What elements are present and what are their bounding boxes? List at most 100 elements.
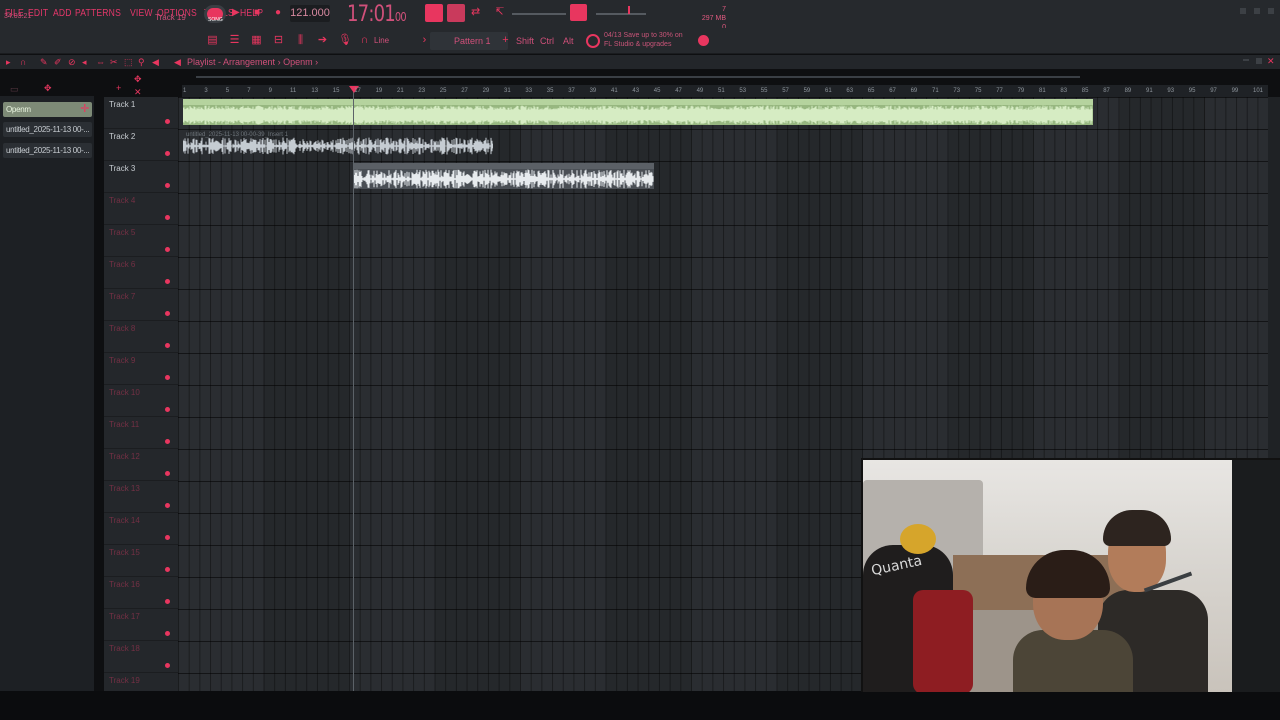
record-icon[interactable]: ● <box>275 7 281 18</box>
playlist-clip[interactable]: untitled_2025-11-13 00-00-39_Insert 1 <box>183 131 494 157</box>
pattern-selector[interactable]: Pattern 1 <box>430 32 508 50</box>
track-mute-indicator[interactable] <box>165 599 170 604</box>
track-header[interactable]: Track 7 <box>104 289 178 321</box>
track-header[interactable]: Track 9 <box>104 353 178 385</box>
song-time-display[interactable]: 17:0100 <box>347 2 407 27</box>
track-mute-indicator[interactable] <box>165 503 170 508</box>
picker-item-audio-2[interactable]: untitled_2025-11-13 00-... <box>3 143 92 158</box>
track-mute-indicator[interactable] <box>165 535 170 540</box>
track-mute-indicator[interactable] <box>165 311 170 316</box>
magnet-icon[interactable]: ∩ <box>358 35 371 46</box>
track-mute-indicator[interactable] <box>165 279 170 284</box>
playlist-close-icon[interactable]: ✕ <box>1267 56 1275 67</box>
playlist-clip[interactable]: untitled_2025-11-13 00-05-09_Insert 1 <box>354 163 654 189</box>
news-icon[interactable] <box>586 34 600 48</box>
browser-icon[interactable]: ⫼ <box>294 35 307 46</box>
slice-tool-icon[interactable]: ✂ <box>110 57 118 68</box>
pitch-knob[interactable] <box>628 6 630 14</box>
track-header[interactable]: Track 4 <box>104 193 178 225</box>
stop-icon[interactable]: ■ <box>254 7 260 18</box>
picker-options-icon[interactable]: ▭ <box>10 84 19 95</box>
master-volume-slider[interactable] <box>512 13 566 15</box>
add-clip-icon[interactable]: ✛ <box>80 102 89 117</box>
ctrl-modifier[interactable]: Ctrl <box>540 36 554 46</box>
plugin-icon[interactable]: ➔ <box>316 35 329 46</box>
picker-expand-icon[interactable]: ✥ <box>44 83 52 94</box>
track-mute-indicator[interactable] <box>165 439 170 444</box>
track-header[interactable]: Track 18 <box>104 641 178 673</box>
arrangement-name[interactable]: Openm <box>283 57 313 67</box>
close-icon[interactable] <box>1268 8 1274 14</box>
track-mute-indicator[interactable] <box>165 151 170 156</box>
menu-view[interactable]: VIEW <box>130 8 153 19</box>
alt-modifier[interactable]: Alt <box>563 36 574 46</box>
track-header[interactable]: Track 14 <box>104 513 178 545</box>
menu-add[interactable]: ADD <box>53 8 72 19</box>
playlist-clip[interactable]: Openm <box>183 99 1093 125</box>
track-header[interactable]: Track 10 <box>104 385 178 417</box>
paint-tool-icon[interactable]: ✐ <box>54 57 62 68</box>
track-header[interactable]: Track 2 <box>104 129 178 161</box>
track-header[interactable]: Track 6 <box>104 257 178 289</box>
wait-input-button[interactable] <box>447 4 465 22</box>
play-icon[interactable]: ▶ <box>232 7 240 18</box>
tempo-display[interactable]: 121.000 <box>290 5 330 22</box>
track-header[interactable]: Track 11 <box>104 417 178 449</box>
channel-rack-icon[interactable]: ▦ <box>250 35 263 46</box>
picker-item-openm[interactable]: Openm ✛ <box>3 102 92 117</box>
track-mute-indicator[interactable] <box>165 407 170 412</box>
playback-tool-icon[interactable]: ◀ <box>152 57 159 68</box>
track-header[interactable]: Track 17 <box>104 609 178 641</box>
loop-record-icon[interactable]: ⇄ <box>471 5 480 18</box>
playlist-minimize-icon[interactable] <box>1243 59 1249 61</box>
song-mode-toggle[interactable]: SONG <box>204 5 226 23</box>
track-header[interactable]: Track 5 <box>104 225 178 257</box>
track-mute-indicator[interactable] <box>165 343 170 348</box>
shift-modifier[interactable]: Shift <box>516 36 534 46</box>
track-header[interactable]: Track 1 <box>104 97 178 129</box>
news-panel[interactable]: 04/13 Save up to 30% on FL Studio & upgr… <box>604 31 683 49</box>
help-icon[interactable] <box>698 35 709 46</box>
microphone-icon[interactable]: 🎙 <box>338 35 352 46</box>
slip-tool-icon[interactable]: ⇔ <box>96 57 105 67</box>
track-header[interactable]: Track 13 <box>104 481 178 513</box>
select-tool-icon[interactable]: ⬚ <box>124 57 133 68</box>
track-mute-indicator[interactable] <box>165 567 170 572</box>
track-mute-indicator[interactable] <box>165 663 170 668</box>
arrangement-menu-icon[interactable]: ◀ <box>174 57 181 68</box>
metronome-button[interactable] <box>425 4 443 22</box>
delete-tool-icon[interactable]: ⊘ <box>68 57 76 68</box>
master-pitch-slider[interactable] <box>596 13 646 15</box>
zoom-fit-icon[interactable]: ✥ <box>134 74 142 85</box>
track-header[interactable]: Track 8 <box>104 321 178 353</box>
playlist-window-icon[interactable]: ▤ <box>206 35 219 46</box>
playlist-menu-icon[interactable]: ▸ <box>6 57 11 68</box>
arrangement-overview-scrollbar[interactable] <box>196 76 1080 78</box>
snap-selector[interactable]: Line <box>374 36 389 45</box>
track-header[interactable]: Track 12 <box>104 449 178 481</box>
menu-patterns[interactable]: PATTERNS <box>75 8 121 19</box>
pattern-add-icon[interactable]: + <box>499 35 512 46</box>
playlist-maximize-icon[interactable] <box>1256 58 1262 64</box>
add-track-icon[interactable]: + <box>116 83 121 93</box>
track-header[interactable]: Track 15 <box>104 545 178 577</box>
track-mute-indicator[interactable] <box>165 471 170 476</box>
zoom-tool-icon[interactable]: ⚲ <box>138 57 145 68</box>
step-edit-icon[interactable]: ↸ <box>495 5 504 18</box>
mute-tool-icon[interactable]: ◂ <box>82 57 87 68</box>
track-header[interactable]: Track 16 <box>104 577 178 609</box>
draw-tool-icon[interactable]: ✎ <box>40 57 48 68</box>
track-mute-indicator[interactable] <box>165 119 170 124</box>
track-mute-indicator[interactable] <box>165 183 170 188</box>
piano-roll-icon[interactable]: ☰ <box>228 35 241 46</box>
track-mute-indicator[interactable] <box>165 215 170 220</box>
track-mute-indicator[interactable] <box>165 375 170 380</box>
track-mute-indicator[interactable] <box>165 247 170 252</box>
maximize-icon[interactable] <box>1254 8 1260 14</box>
magnet-snap-icon[interactable]: ∩ <box>20 57 26 67</box>
track-mute-indicator[interactable] <box>165 631 170 636</box>
minimize-icon[interactable] <box>1240 8 1246 14</box>
picker-item-audio-1[interactable]: untitled_2025-11-13 00-... <box>3 122 92 137</box>
mixer-icon[interactable]: ⊟ <box>272 35 285 46</box>
track-header[interactable]: Track 3 <box>104 161 178 193</box>
